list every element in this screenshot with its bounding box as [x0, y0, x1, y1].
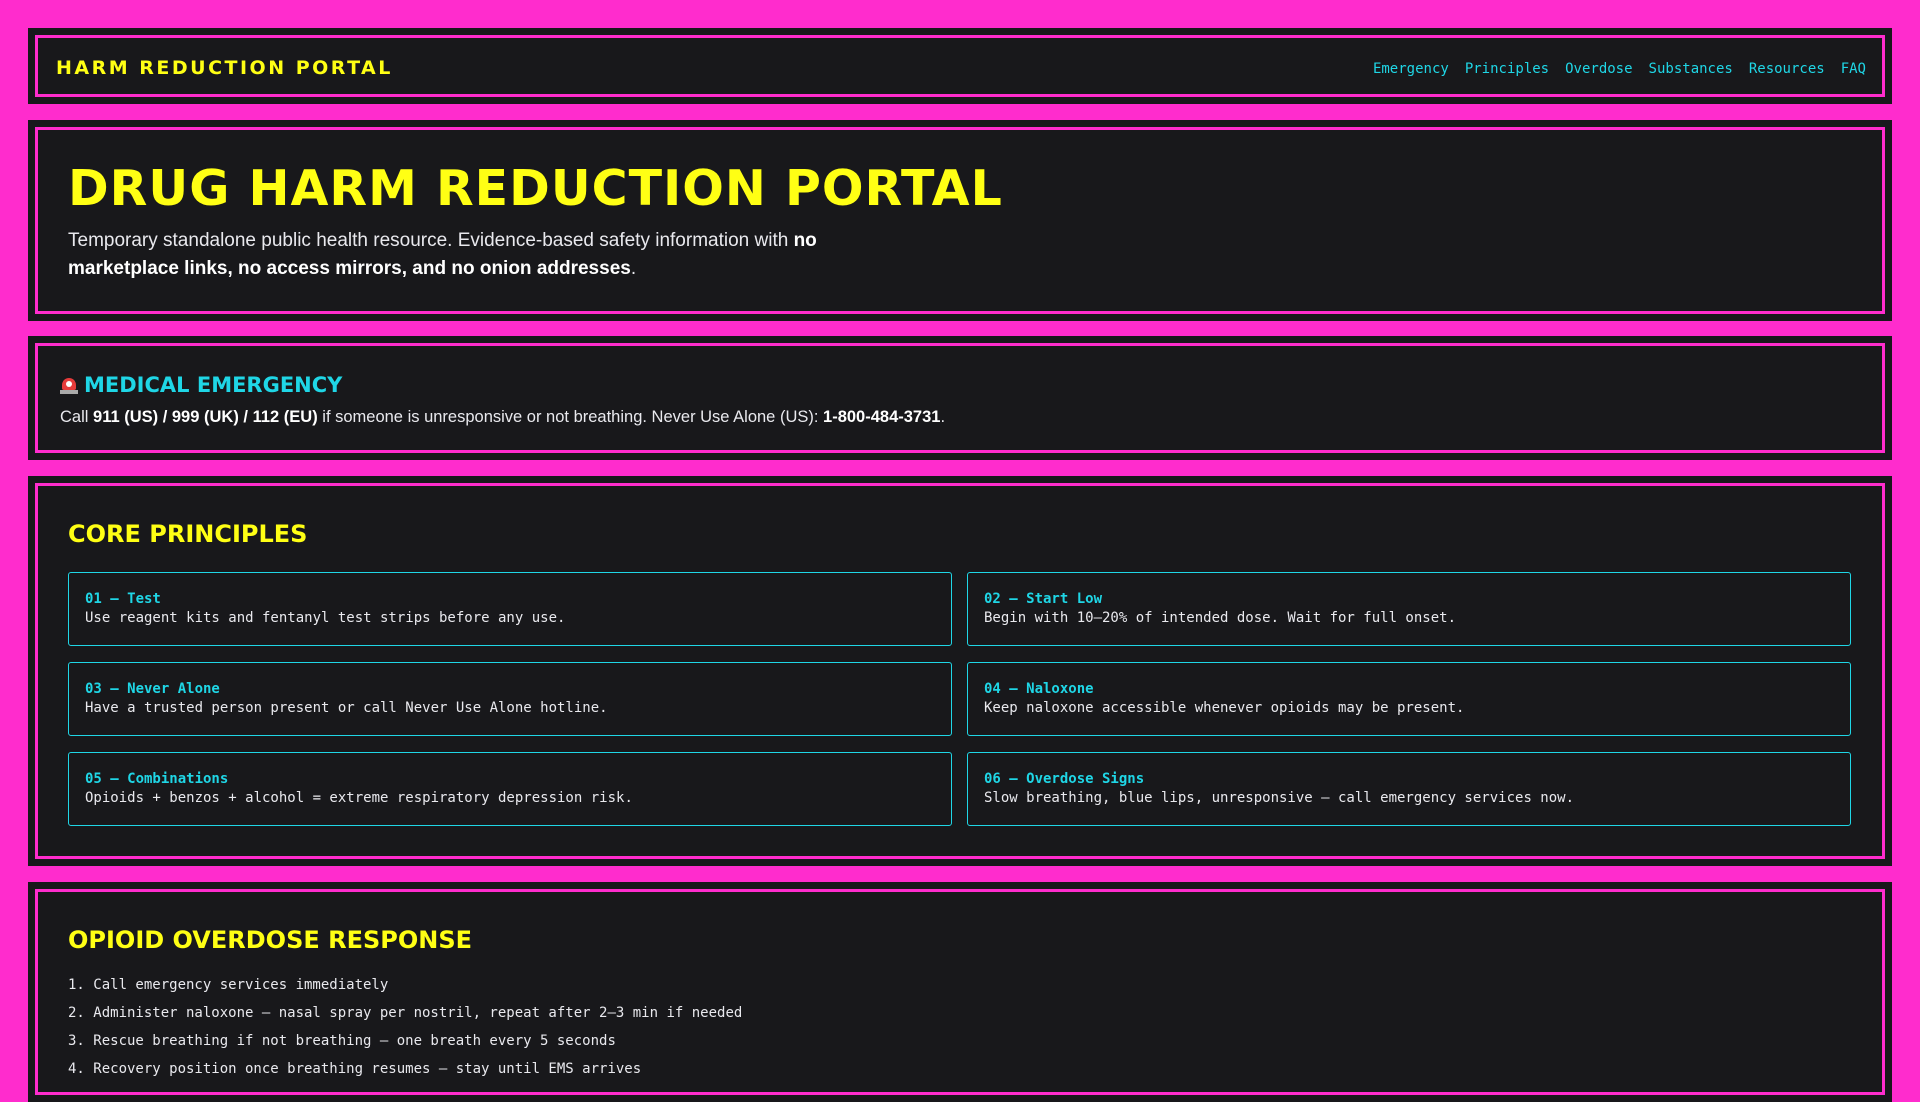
principle-card: 01 — Test Use reagent kits and fentanyl … [68, 572, 952, 646]
nav-link-resources[interactable]: Resources [1749, 61, 1825, 77]
principle-desc: Opioids + benzos + alcohol = extreme res… [85, 790, 633, 806]
principle-card: 02 — Start Low Begin with 10–20% of inte… [967, 572, 1851, 646]
list-item: 2. Administer naloxone — nasal spray per… [68, 1005, 743, 1021]
principle-card: 04 — Naloxone Keep naloxone accessible w… [967, 662, 1851, 736]
principles-grid: 01 — Test Use reagent kits and fentanyl … [68, 572, 1851, 826]
hero-subtitle-end: . [630, 258, 637, 279]
hero-subtitle-text: Temporary standalone public health resou… [68, 230, 794, 251]
main-nav: Emergency Principles Overdose Substances… [1373, 61, 1866, 77]
principle-desc: Have a trusted person present or call Ne… [85, 700, 608, 716]
overdose-heading: OPIOID OVERDOSE RESPONSE [68, 926, 473, 954]
site-header: HARM REDUCTION PORTAL Emergency Principl… [28, 28, 1892, 104]
emergency-text: Call 911 (US) / 999 (UK) / 112 (EU) if s… [60, 408, 945, 427]
nav-link-principles[interactable]: Principles [1465, 61, 1549, 77]
principle-title: 02 — Start Low [984, 591, 1103, 607]
nav-link-substances[interactable]: Substances [1649, 61, 1733, 77]
principle-card: 06 — Overdose Signs Slow breathing, blue… [967, 752, 1851, 826]
principles-heading: CORE PRINCIPLES [68, 520, 308, 548]
hero-subtitle: Temporary standalone public health resou… [68, 227, 848, 283]
emergency-text-pre: Call [60, 408, 94, 426]
list-item: 3. Rescue breathing if not breathing — o… [68, 1033, 616, 1049]
principle-desc: Slow breathing, blue lips, unresponsive … [984, 790, 1575, 806]
principle-card: 05 — Combinations Opioids + benzos + alc… [68, 752, 952, 826]
principles-section: CORE PRINCIPLES 01 — Test Use reagent ki… [28, 476, 1892, 866]
principle-desc: Use reagent kits and fentanyl test strip… [85, 610, 566, 626]
siren-icon [60, 375, 78, 395]
principle-title: 05 — Combinations [85, 771, 229, 787]
emergency-numbers: 911 (US) / 999 (UK) / 112 (EU) [93, 408, 318, 426]
principle-desc: Begin with 10–20% of intended dose. Wait… [984, 610, 1457, 626]
principle-desc: Keep naloxone accessible whenever opioid… [984, 700, 1465, 716]
hotline-number: 1-800-484-3731 [823, 408, 941, 426]
list-item: 1. Call emergency services immediately [68, 977, 389, 993]
list-item: 4. Recovery position once breathing resu… [68, 1061, 642, 1077]
principle-title: 06 — Overdose Signs [984, 771, 1145, 787]
nav-link-faq[interactable]: FAQ [1841, 61, 1866, 77]
nav-link-emergency[interactable]: Emergency [1373, 61, 1449, 77]
hero-section: DRUG HARM REDUCTION PORTAL Temporary sta… [28, 120, 1892, 321]
emergency-text-mid: if someone is unresponsive or not breath… [317, 408, 824, 426]
principle-card: 03 — Never Alone Have a trusted person p… [68, 662, 952, 736]
page-title: DRUG HARM REDUCTION PORTAL [68, 160, 1003, 217]
emergency-section: MEDICAL EMERGENCY Call 911 (US) / 999 (U… [28, 336, 1892, 460]
site-brand[interactable]: HARM REDUCTION PORTAL [56, 57, 393, 79]
principle-title: 04 — Naloxone [984, 681, 1094, 697]
emergency-text-end: . [940, 408, 946, 426]
overdose-section: OPIOID OVERDOSE RESPONSE 1. Call emergen… [28, 882, 1892, 1102]
emergency-title: MEDICAL EMERGENCY [84, 373, 343, 397]
principle-title: 03 — Never Alone [85, 681, 220, 697]
principle-title: 01 — Test [85, 591, 161, 607]
overdose-steps: 1. Call emergency services immediately 2… [68, 971, 742, 1083]
emergency-heading: MEDICAL EMERGENCY [60, 373, 342, 397]
nav-link-overdose[interactable]: Overdose [1565, 61, 1632, 77]
